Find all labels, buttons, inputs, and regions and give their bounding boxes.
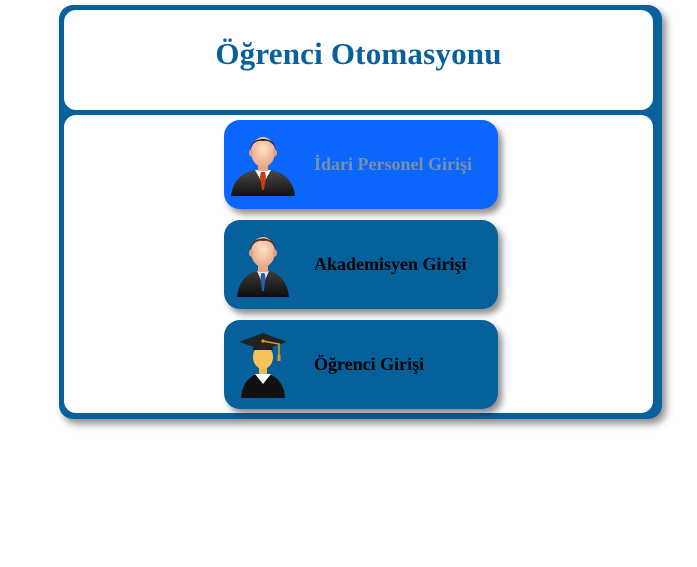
academic-avatar-icon [224,220,302,309]
app-frame: Öğrenci Otomasyonu İdari Personel Girişi… [59,5,662,419]
academic-login-label: Akademisyen Girişi [314,254,467,274]
staff-login-button[interactable]: İdari Personel Girişi [224,120,498,209]
header-panel: Öğrenci Otomasyonu [64,10,653,110]
student-login-label: Öğrenci Girişi [314,354,425,374]
staff-login-label: İdari Personel Girişi [314,154,472,174]
academic-login-button[interactable]: Akademisyen Girişi [224,220,498,309]
page-title: Öğrenci Otomasyonu [215,36,502,71]
student-login-button[interactable]: Öğrenci Girişi [224,320,498,409]
staff-avatar-icon [224,120,302,209]
student-graduate-icon [224,320,302,409]
login-menu: İdari Personel Girişi Akademisyen Girişi… [64,115,653,413]
